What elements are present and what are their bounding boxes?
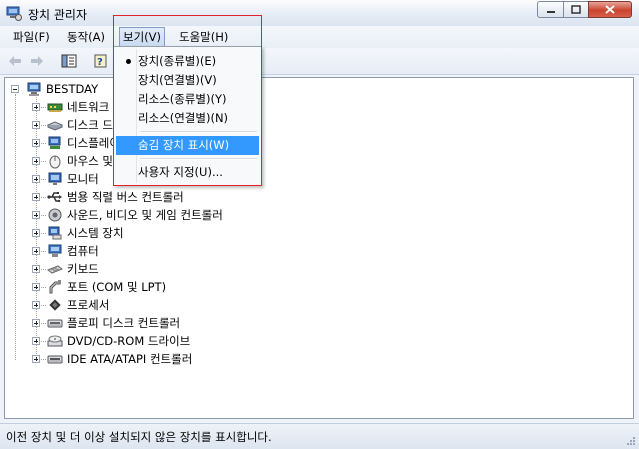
tree-item-label: 플로피 디스크 컨트롤러 (67, 316, 181, 330)
display-adapter-icon (48, 136, 61, 149)
menu-item-label: 숨김 장치 표시(W) (138, 138, 230, 152)
usb-icon (47, 192, 62, 203)
view-menu-resources-by-type[interactable]: 리소스(종류별)(Y) (116, 90, 259, 109)
menu-file[interactable]: 파일(F) (10, 29, 53, 45)
tree-item-label: 사운드, 비디오 및 게임 컨트롤러 (67, 208, 223, 222)
expand-icon[interactable] (32, 265, 40, 273)
expand-icon[interactable] (32, 319, 40, 327)
expand-icon[interactable] (32, 355, 40, 363)
view-menu-dropdown: 장치(종류별)(E) 장치(연결별)(V) 리소스(종류별)(Y) 리소스(연결… (113, 46, 262, 186)
menu-bar: 파일(F) 동작(A) 보기(V) 도움말(H) (0, 26, 639, 49)
port-icon (49, 280, 61, 294)
tree-item[interactable]: 사운드, 비디오 및 게임 컨트롤러 (9, 206, 409, 224)
menu-item-label: 리소스(연결별)(N) (138, 111, 229, 125)
view-menu-resources-by-connection[interactable]: 리소스(연결별)(N) (116, 109, 259, 128)
menu-separator (140, 158, 257, 160)
expand-icon[interactable] (32, 301, 40, 309)
tree-item[interactable]: IDE ATA/ATAPI 컨트롤러 (9, 350, 409, 368)
title-bar: 장치 관리자 (0, 0, 639, 27)
expand-icon[interactable] (32, 337, 40, 345)
menu-help[interactable]: 도움말(H) (176, 29, 231, 45)
tree-item-label: 키보드 (67, 262, 99, 276)
expand-icon[interactable] (32, 211, 40, 219)
menu-view[interactable]: 보기(V) (119, 27, 165, 47)
monitor-icon (48, 172, 62, 185)
computer-icon (27, 82, 41, 96)
tree-item[interactable]: 포트 (COM 및 LPT) (9, 278, 409, 296)
tree-item[interactable]: DVD/CD-ROM 드라이브 (9, 332, 409, 350)
view-menu-customize[interactable]: 사용자 지정(U)... (116, 163, 259, 182)
tree-item-label: IDE ATA/ATAPI 컨트롤러 (67, 352, 193, 366)
device-tree[interactable]: BESTDAY 네트워크 어댑터디스크 드라이브디스플레이 어댑터마우스 및 기… (4, 77, 634, 419)
minimize-button[interactable] (537, 1, 564, 18)
expand-icon[interactable] (32, 283, 40, 291)
device-manager-icon (6, 6, 22, 21)
dvd-drive-icon (47, 335, 63, 347)
tree-item-label: 포트 (COM 및 LPT) (67, 280, 167, 294)
help-button[interactable]: ? (92, 52, 110, 70)
back-button[interactable] (6, 52, 24, 70)
processor-icon (49, 299, 61, 311)
disk-drive-icon (47, 121, 63, 131)
sound-icon (48, 208, 62, 222)
menu-separator (140, 131, 257, 133)
expand-icon[interactable] (32, 121, 40, 129)
expand-icon[interactable] (32, 175, 40, 183)
tree-item[interactable]: 시스템 장치 (9, 224, 409, 242)
forward-button[interactable] (28, 52, 46, 70)
mouse-icon (49, 155, 61, 169)
tree-item[interactable]: 범용 직렬 버스 컨트롤러 (9, 188, 409, 206)
expand-icon[interactable] (32, 139, 40, 147)
tree-item[interactable]: 키보드 (9, 260, 409, 278)
maximize-button[interactable] (563, 1, 589, 18)
tree-item-label: 범용 직렬 버스 컨트롤러 (67, 190, 184, 204)
menu-item-label: 장치(종류별)(E) (138, 54, 217, 68)
tree-item-label: 시스템 장치 (67, 226, 124, 240)
menu-item-label: 리소스(종류별)(Y) (138, 92, 227, 106)
keyboard-icon (47, 265, 63, 274)
system-device-icon (48, 226, 62, 240)
show-hide-console-tree-button[interactable] (60, 52, 78, 70)
expand-icon[interactable] (32, 229, 40, 237)
ide-controller-icon (47, 355, 63, 364)
computer-icon (48, 244, 62, 257)
expand-icon[interactable] (32, 157, 40, 165)
tree-item-label: 프로세서 (67, 298, 110, 312)
floppy-controller-icon (47, 319, 63, 328)
tree-item-label: 컴퓨터 (67, 244, 99, 258)
close-icon (605, 5, 615, 14)
view-menu-devices-by-type[interactable]: 장치(종류별)(E) (116, 52, 259, 71)
window-title: 장치 관리자 (28, 8, 88, 22)
expand-icon[interactable] (32, 103, 40, 111)
network-adapter-icon (47, 103, 63, 112)
menu-item-label: 장치(연결별)(V) (138, 73, 217, 87)
menu-action[interactable]: 동작(A) (64, 29, 108, 45)
status-text: 이전 장치 및 더 이상 설치되지 않은 장치를 표시합니다. (6, 430, 272, 444)
status-bar: 이전 장치 및 더 이상 설치되지 않은 장치를 표시합니다. (0, 423, 639, 449)
minimize-icon (546, 10, 555, 13)
expand-icon[interactable] (32, 247, 40, 255)
toolbar: ? (0, 48, 639, 75)
tree-item-label: 모니터 (67, 172, 99, 186)
tree-item-label: DVD/CD-ROM 드라이브 (67, 334, 191, 348)
console-tree-icon (61, 54, 77, 68)
view-menu-show-hidden-devices[interactable]: 숨김 장치 표시(W) (116, 136, 259, 155)
close-button[interactable] (588, 1, 632, 18)
help-icon: ? (94, 54, 107, 68)
forward-arrow-icon (31, 56, 43, 66)
tree-item[interactable]: 플로피 디스크 컨트롤러 (9, 314, 409, 332)
resize-grip-icon[interactable] (625, 435, 636, 446)
menu-item-label: 사용자 지정(U)... (138, 165, 223, 179)
tree-root-label: BESTDAY (46, 82, 99, 96)
expand-icon[interactable] (32, 193, 40, 201)
tree-item[interactable]: 컴퓨터 (9, 242, 409, 260)
svg-text:?: ? (97, 57, 103, 68)
tree-item[interactable]: 프로세서 (9, 296, 409, 314)
collapse-icon[interactable] (11, 85, 19, 93)
bullet-check-icon (126, 59, 131, 64)
back-arrow-icon (9, 56, 21, 66)
maximize-icon (571, 5, 581, 14)
view-menu-devices-by-connection[interactable]: 장치(연결별)(V) (116, 71, 259, 90)
